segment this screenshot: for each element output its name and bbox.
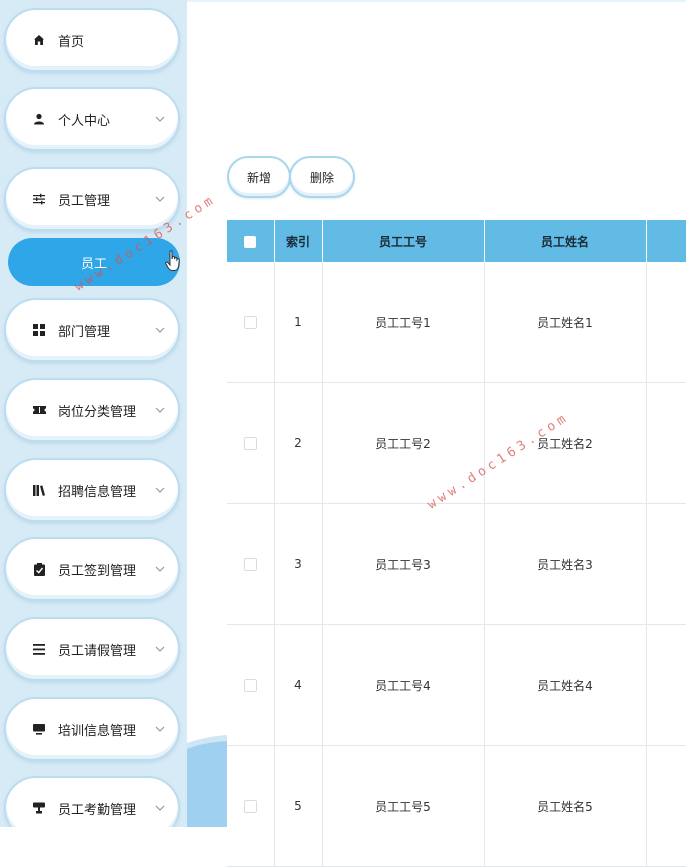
top-divider bbox=[187, 0, 686, 2]
table-row[interactable]: 4 员工工号4 员工姓名4 bbox=[227, 624, 686, 746]
decorative-wave bbox=[187, 735, 227, 827]
add-button[interactable]: 新增 bbox=[227, 156, 291, 198]
cell-emp-name: 员工姓名5 bbox=[484, 745, 647, 867]
submenu-item-label: 员工 bbox=[80, 256, 107, 272]
chevron-down-icon bbox=[154, 643, 166, 655]
grid-icon bbox=[32, 323, 46, 337]
cell-emp-name: 员工姓名1 bbox=[484, 262, 647, 383]
monitor-icon bbox=[32, 722, 46, 736]
row-select-cell[interactable] bbox=[227, 745, 275, 867]
row-checkbox[interactable] bbox=[243, 558, 257, 571]
sidebar-item-label: 培训信息管理 bbox=[58, 723, 137, 739]
cell-emp-name: 员工姓名4 bbox=[484, 624, 647, 746]
table-row[interactable]: 1 员工工号1 员工姓名1 bbox=[227, 262, 686, 383]
column-header-emp-name[interactable]: 员工姓名 bbox=[484, 220, 647, 262]
hand-cursor-icon bbox=[165, 250, 180, 271]
sliders-icon bbox=[32, 192, 46, 206]
sidebar-item-label: 首页 bbox=[58, 34, 85, 50]
sidebar-item-label: 员工请假管理 bbox=[58, 643, 137, 659]
list-icon bbox=[32, 642, 46, 656]
sidebar-item-leave-management[interactable]: 员工请假管理 bbox=[4, 617, 180, 681]
chevron-down-icon bbox=[154, 324, 166, 336]
clipboard-check-icon bbox=[32, 562, 46, 576]
sidebar-item-label: 员工考勤管理 bbox=[58, 802, 137, 818]
sidebar-item-label: 个人中心 bbox=[58, 113, 111, 129]
cell-emp-name: 员工姓名3 bbox=[484, 503, 647, 625]
delete-button[interactable]: 删除 bbox=[289, 156, 355, 198]
row-checkbox[interactable] bbox=[243, 437, 257, 450]
table-row[interactable]: 2 员工工号2 员工姓名2 bbox=[227, 382, 686, 504]
row-checkbox[interactable] bbox=[243, 316, 257, 329]
user-icon bbox=[32, 112, 46, 126]
cell-emp-name: 员工姓名2 bbox=[484, 382, 647, 504]
cell-emp-no: 员工工号2 bbox=[322, 382, 485, 504]
library-icon bbox=[32, 483, 46, 497]
cell-index: 5 bbox=[274, 745, 323, 867]
cell-more bbox=[646, 503, 686, 625]
sidebar-item-home[interactable]: 首页 bbox=[4, 8, 180, 72]
sidebar-item-label: 员工管理 bbox=[58, 193, 111, 209]
ticket-icon bbox=[32, 403, 46, 417]
sidebar-item-label: 岗位分类管理 bbox=[58, 404, 137, 420]
select-all-cell[interactable] bbox=[227, 220, 275, 262]
cell-index: 3 bbox=[274, 503, 323, 625]
sidebar-item-label: 部门管理 bbox=[58, 324, 111, 340]
chevron-down-icon bbox=[154, 802, 166, 814]
add-button-label: 新增 bbox=[246, 170, 271, 185]
cell-more bbox=[646, 745, 686, 867]
sidebar-item-attendance-management[interactable]: 员工考勤管理 bbox=[4, 776, 180, 827]
home-icon bbox=[32, 33, 46, 47]
chevron-down-icon bbox=[154, 484, 166, 496]
column-header-index[interactable]: 索引 bbox=[274, 220, 323, 262]
sidebar-item-employee-management[interactable]: 员工管理 bbox=[4, 167, 180, 231]
chevron-down-icon bbox=[154, 404, 166, 416]
table-header-row: 索引 员工工号 员工姓名 bbox=[227, 220, 686, 262]
sidebar-item-personal-center[interactable]: 个人中心 bbox=[4, 87, 180, 151]
cell-emp-no: 员工工号5 bbox=[322, 745, 485, 867]
sidebar-item-job-category-management[interactable]: 岗位分类管理 bbox=[4, 378, 180, 442]
sidebar-item-label: 招聘信息管理 bbox=[58, 484, 137, 500]
column-header-emp-no[interactable]: 员工工号 bbox=[322, 220, 485, 262]
main-content: 新增 删除 索引 员工工号 员工姓名 1 员工工号1 员工姓名1 2 员工工号2… bbox=[187, 0, 686, 867]
row-select-cell[interactable] bbox=[227, 503, 275, 625]
cell-more bbox=[646, 382, 686, 504]
trophy-icon bbox=[32, 801, 46, 815]
cell-index: 4 bbox=[274, 624, 323, 746]
cell-more bbox=[646, 624, 686, 746]
chevron-down-icon bbox=[154, 113, 166, 125]
row-checkbox[interactable] bbox=[243, 679, 257, 692]
sidebar-item-department-management[interactable]: 部门管理 bbox=[4, 298, 180, 362]
table-row[interactable]: 5 员工工号5 员工姓名5 bbox=[227, 745, 686, 867]
cell-index: 1 bbox=[274, 262, 323, 383]
cell-more bbox=[646, 262, 686, 383]
select-all-checkbox[interactable] bbox=[244, 235, 257, 248]
cell-emp-no: 员工工号1 bbox=[322, 262, 485, 383]
table-row[interactable]: 3 员工工号3 员工姓名3 bbox=[227, 503, 686, 625]
row-select-cell[interactable] bbox=[227, 262, 275, 383]
chevron-down-icon bbox=[154, 193, 166, 205]
cell-index: 2 bbox=[274, 382, 323, 504]
sidebar-item-recruitment-management[interactable]: 招聘信息管理 bbox=[4, 458, 180, 522]
submenu-item-employee[interactable]: 员工 bbox=[8, 238, 180, 286]
sidebar-item-label: 员工签到管理 bbox=[58, 563, 137, 579]
sidebar-item-checkin-management[interactable]: 员工签到管理 bbox=[4, 537, 180, 601]
row-select-cell[interactable] bbox=[227, 624, 275, 746]
sidebar: 首页 个人中心 员工管理 员工 部门管理 岗位分类管理 招聘信息管理 员工签到管… bbox=[0, 0, 187, 827]
employee-table: 索引 员工工号 员工姓名 1 员工工号1 员工姓名1 2 员工工号2 员工姓名2 bbox=[227, 220, 686, 867]
cell-emp-no: 员工工号4 bbox=[322, 624, 485, 746]
row-select-cell[interactable] bbox=[227, 382, 275, 504]
delete-button-label: 删除 bbox=[309, 170, 334, 185]
row-checkbox[interactable] bbox=[243, 800, 257, 813]
column-header-more bbox=[646, 220, 686, 262]
sidebar-item-training-management[interactable]: 培训信息管理 bbox=[4, 697, 180, 761]
chevron-down-icon bbox=[154, 723, 166, 735]
chevron-down-icon bbox=[154, 563, 166, 575]
cell-emp-no: 员工工号3 bbox=[322, 503, 485, 625]
